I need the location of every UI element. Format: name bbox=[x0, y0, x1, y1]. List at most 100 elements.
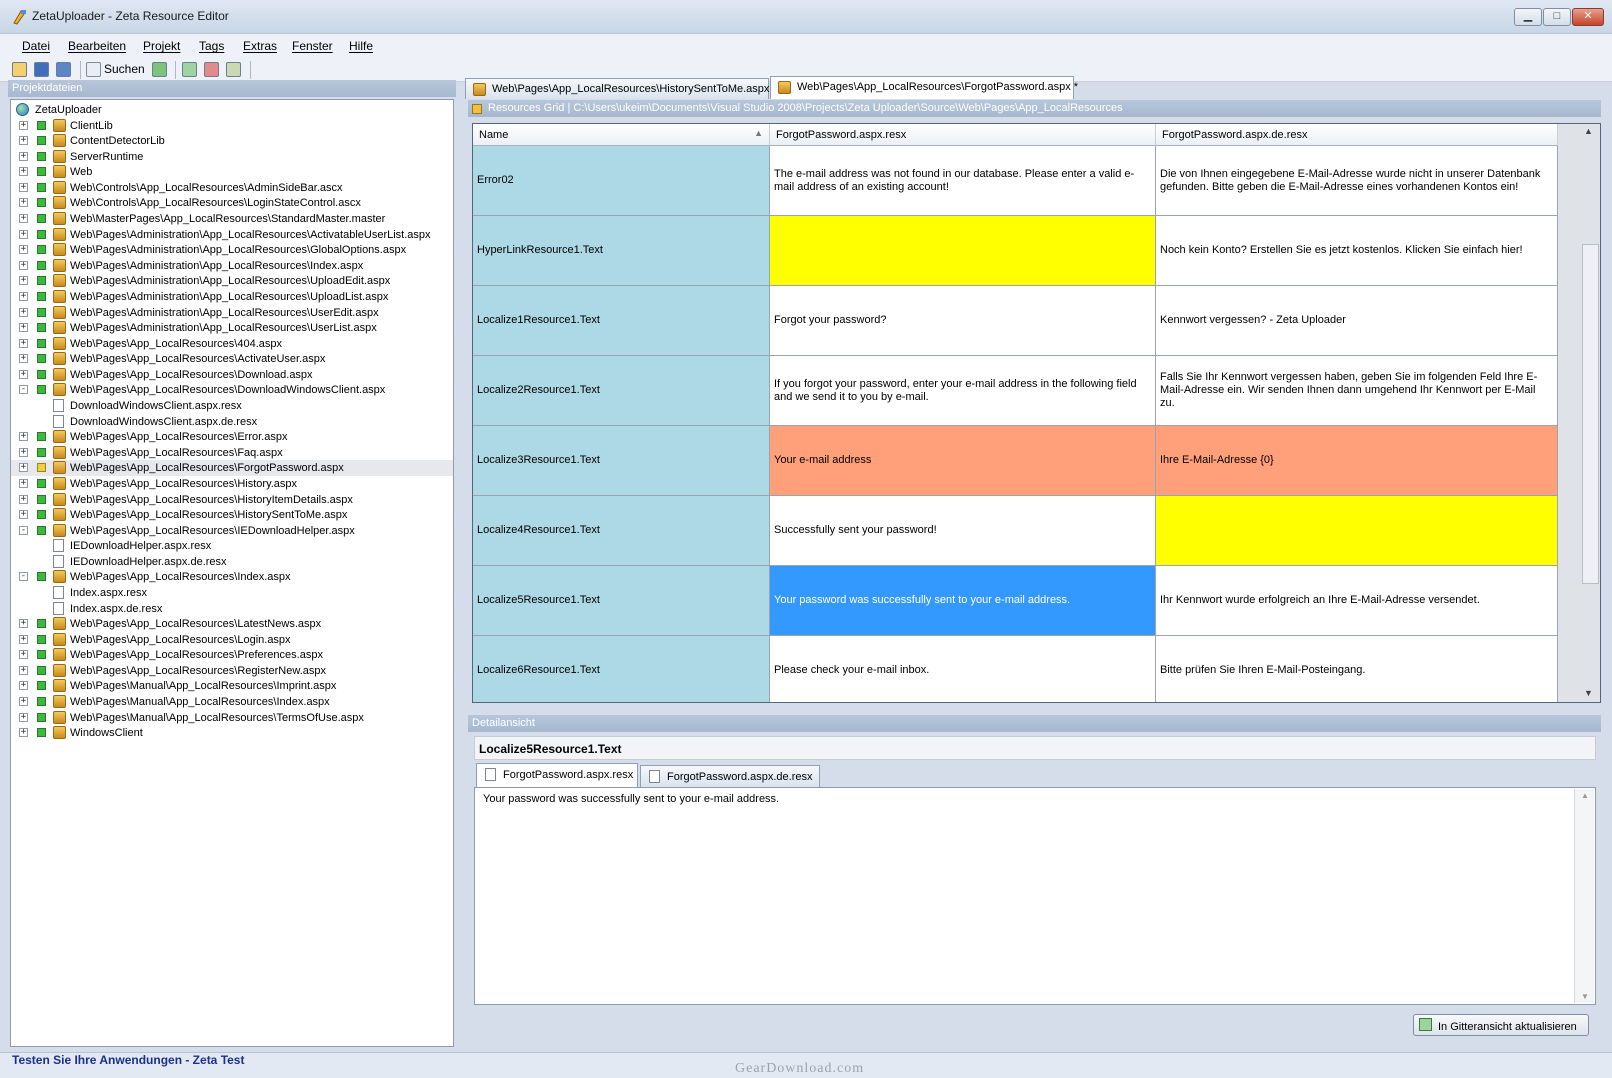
tree-item[interactable]: - Web\Pages\App_LocalResources\DownloadWi… bbox=[11, 382, 453, 398]
expand-icon[interactable]: + bbox=[19, 338, 28, 348]
tree-item[interactable]: + Web\Pages\Administration\App_LocalResou… bbox=[11, 305, 453, 321]
scroll-up-icon[interactable]: ▲ bbox=[1584, 126, 1593, 136]
expand-icon[interactable]: + bbox=[19, 120, 28, 130]
grid-cell-de[interactable]: Ihre E-Mail-Adresse {0} bbox=[1156, 426, 1558, 496]
expand-icon[interactable]: + bbox=[19, 291, 28, 301]
expand-icon[interactable]: + bbox=[19, 712, 28, 722]
tree-item[interactable]: + Web\Pages\Administration\App_LocalResou… bbox=[11, 289, 453, 305]
menu-projekt[interactable]: Projekt bbox=[143, 39, 180, 53]
tree-item[interactable]: + Web\Controls\App_LocalResources\LoginSt… bbox=[11, 195, 453, 211]
tree-item[interactable]: DownloadWindowsClient.aspx.resx bbox=[11, 398, 453, 414]
grid-cell-name[interactable]: Localize6Resource1.Text bbox=[473, 636, 770, 702]
collapse-icon[interactable]: - bbox=[19, 385, 28, 395]
maximize-button[interactable]: □ bbox=[1543, 8, 1571, 26]
expand-icon[interactable]: + bbox=[19, 229, 28, 239]
grid-cell-de[interactable]: Kennwort vergessen? - Zeta Uploader bbox=[1156, 286, 1558, 356]
menu-hilfe[interactable]: Hilfe bbox=[349, 39, 373, 53]
expand-icon[interactable]: + bbox=[19, 728, 28, 738]
tree-item[interactable]: + Web\Pages\App_LocalResources\HistorySen… bbox=[11, 507, 453, 523]
tree-item[interactable]: + Web\Pages\App_LocalResources\ForgotPass… bbox=[11, 460, 453, 477]
collapse-icon[interactable]: - bbox=[19, 572, 28, 582]
edit-grid-icon[interactable] bbox=[226, 62, 241, 77]
expand-icon[interactable]: + bbox=[19, 650, 28, 660]
tree-item[interactable]: + Web\Pages\App_LocalResources\ActivateUs… bbox=[11, 351, 453, 367]
save-all-icon[interactable] bbox=[56, 62, 71, 77]
expand-icon[interactable]: + bbox=[19, 619, 28, 629]
expand-icon[interactable]: + bbox=[19, 634, 28, 644]
tree-item[interactable]: + Web\MasterPages\App_LocalResources\Stan… bbox=[11, 211, 453, 227]
tree-item[interactable]: Index.aspx.de.resx bbox=[11, 601, 453, 617]
grid-cell-de[interactable]: Noch kein Konto? Erstellen Sie es jetzt … bbox=[1156, 216, 1558, 286]
status-link[interactable]: Testen Sie Ihre Anwendungen - Zeta Test bbox=[12, 1053, 244, 1067]
delete-row-icon[interactable] bbox=[204, 62, 219, 77]
refresh-icon[interactable] bbox=[152, 62, 167, 77]
tree-item[interactable]: + Web bbox=[11, 164, 453, 180]
tree-item[interactable]: + Web\Controls\App_LocalResources\AdminSi… bbox=[11, 180, 453, 196]
open-icon[interactable] bbox=[12, 62, 27, 77]
column-header-de[interactable]: ForgotPassword.aspx.de.resx bbox=[1156, 124, 1558, 146]
menu-bearbeiten[interactable]: Bearbeiten bbox=[68, 39, 126, 53]
grid-cell-name[interactable]: HyperLinkResource1.Text bbox=[473, 216, 770, 286]
tree-item[interactable]: + Web\Pages\Administration\App_LocalResou… bbox=[11, 320, 453, 336]
menu-extras[interactable]: Extras bbox=[243, 39, 277, 53]
tab-history-sent-to-me[interactable]: Web\Pages\App_LocalResources\HistorySent… bbox=[465, 78, 769, 99]
grid-cell-en[interactable]: Successfully sent your password! bbox=[770, 496, 1156, 566]
grid-cell-en[interactable]: If you forgot your password, enter your … bbox=[770, 356, 1156, 426]
tree-item[interactable]: + Web\Pages\App_LocalResources\Download.a… bbox=[11, 367, 453, 383]
grid-cell-de[interactable] bbox=[1156, 496, 1558, 566]
expand-icon[interactable]: + bbox=[19, 681, 28, 691]
tree-item[interactable]: ZetaUploader bbox=[11, 102, 453, 118]
tree-item[interactable]: + Web\Pages\App_LocalResources\Error.aspx bbox=[11, 429, 453, 445]
tree-item[interactable]: - Web\Pages\App_LocalResources\Index.aspx bbox=[11, 569, 453, 585]
grid-scrollbar[interactable]: ▲ ▼ bbox=[1558, 124, 1600, 702]
expand-icon[interactable]: + bbox=[19, 307, 28, 317]
minimize-button[interactable]: ▁ bbox=[1514, 8, 1542, 26]
tree-item[interactable]: + Web\Pages\Manual\App_LocalResources\Ter… bbox=[11, 710, 453, 726]
expand-icon[interactable]: + bbox=[19, 136, 28, 146]
tree-item[interactable]: + Web\Pages\Administration\App_LocalResou… bbox=[11, 227, 453, 243]
scroll-down-icon[interactable]: ▼ bbox=[1581, 992, 1589, 1001]
tree-item[interactable]: Index.aspx.resx bbox=[11, 585, 453, 601]
grid-cell-en[interactable]: The e-mail address was not found in our … bbox=[770, 146, 1156, 216]
tree-item[interactable]: + Web\Pages\App_LocalResources\Login.aspx bbox=[11, 632, 453, 648]
tree-item[interactable]: + ServerRuntime bbox=[11, 149, 453, 165]
tree-item[interactable]: + Web\Pages\Administration\App_LocalResou… bbox=[11, 258, 453, 274]
tree-item[interactable]: + Web\Pages\App_LocalResources\Faq.aspx bbox=[11, 445, 453, 461]
update-grid-button[interactable]: In Gitteransicht aktualisieren bbox=[1413, 1014, 1589, 1036]
grid-cell-en[interactable]: Your e-mail address bbox=[770, 426, 1156, 496]
grid-cell-en[interactable] bbox=[770, 216, 1156, 286]
expand-icon[interactable]: + bbox=[19, 665, 28, 675]
grid-cell-name[interactable]: Localize1Resource1.Text bbox=[473, 286, 770, 356]
column-header-name[interactable]: Name ▲ bbox=[473, 124, 770, 146]
project-tree[interactable]: ZetaUploader + ClientLib + ContentDetectorLi… bbox=[10, 99, 454, 1047]
tree-item[interactable]: IEDownloadHelper.aspx.de.resx bbox=[11, 554, 453, 570]
expand-icon[interactable]: + bbox=[19, 494, 28, 504]
expand-icon[interactable]: + bbox=[19, 198, 28, 208]
expand-icon[interactable]: + bbox=[19, 697, 28, 707]
tab-forgot-password[interactable]: Web\Pages\App_LocalResources\ForgotPassw… bbox=[770, 76, 1078, 99]
grid-cell-name[interactable]: Localize2Resource1.Text bbox=[473, 356, 770, 426]
expand-icon[interactable]: + bbox=[19, 151, 28, 161]
collapse-icon[interactable]: - bbox=[19, 525, 28, 535]
grid-cell-en[interactable]: Your password was successfully sent to y… bbox=[770, 566, 1156, 636]
grid-cell-name[interactable]: Localize3Resource1.Text bbox=[473, 426, 770, 496]
detail-tab-en[interactable]: ForgotPassword.aspx.resx bbox=[476, 763, 638, 787]
grid-cell-en[interactable]: Forgot your password? bbox=[770, 286, 1156, 356]
expand-icon[interactable]: + bbox=[19, 167, 28, 177]
search-icon[interactable] bbox=[86, 62, 101, 77]
expand-icon[interactable]: + bbox=[19, 245, 28, 255]
tree-item[interactable]: + ContentDetectorLib bbox=[11, 133, 453, 149]
tree-item[interactable]: + Web\Pages\App_LocalResources\History.as… bbox=[11, 476, 453, 492]
grid-cell-en[interactable]: Please check your e-mail inbox. bbox=[770, 636, 1156, 702]
grid-cell-name[interactable]: Localize4Resource1.Text bbox=[473, 496, 770, 566]
tree-item[interactable]: + ClientLib bbox=[11, 118, 453, 134]
resources-grid[interactable]: Name ▲ ForgotPassword.aspx.resx ForgotPa… bbox=[472, 123, 1601, 703]
grid-cell-name[interactable]: Localize5Resource1.Text bbox=[473, 566, 770, 636]
tree-item[interactable]: + Web\Pages\App_LocalResources\RegisterNe… bbox=[11, 663, 453, 679]
tree-item[interactable]: + Web\Pages\App_LocalResources\LatestNews… bbox=[11, 616, 453, 632]
tree-item[interactable]: + WindowsClient bbox=[11, 725, 453, 741]
save-icon[interactable] bbox=[34, 62, 49, 77]
expand-icon[interactable]: + bbox=[19, 214, 28, 224]
search-button[interactable]: Suchen bbox=[104, 62, 145, 76]
menu-datei[interactable]: Datei bbox=[22, 39, 50, 53]
